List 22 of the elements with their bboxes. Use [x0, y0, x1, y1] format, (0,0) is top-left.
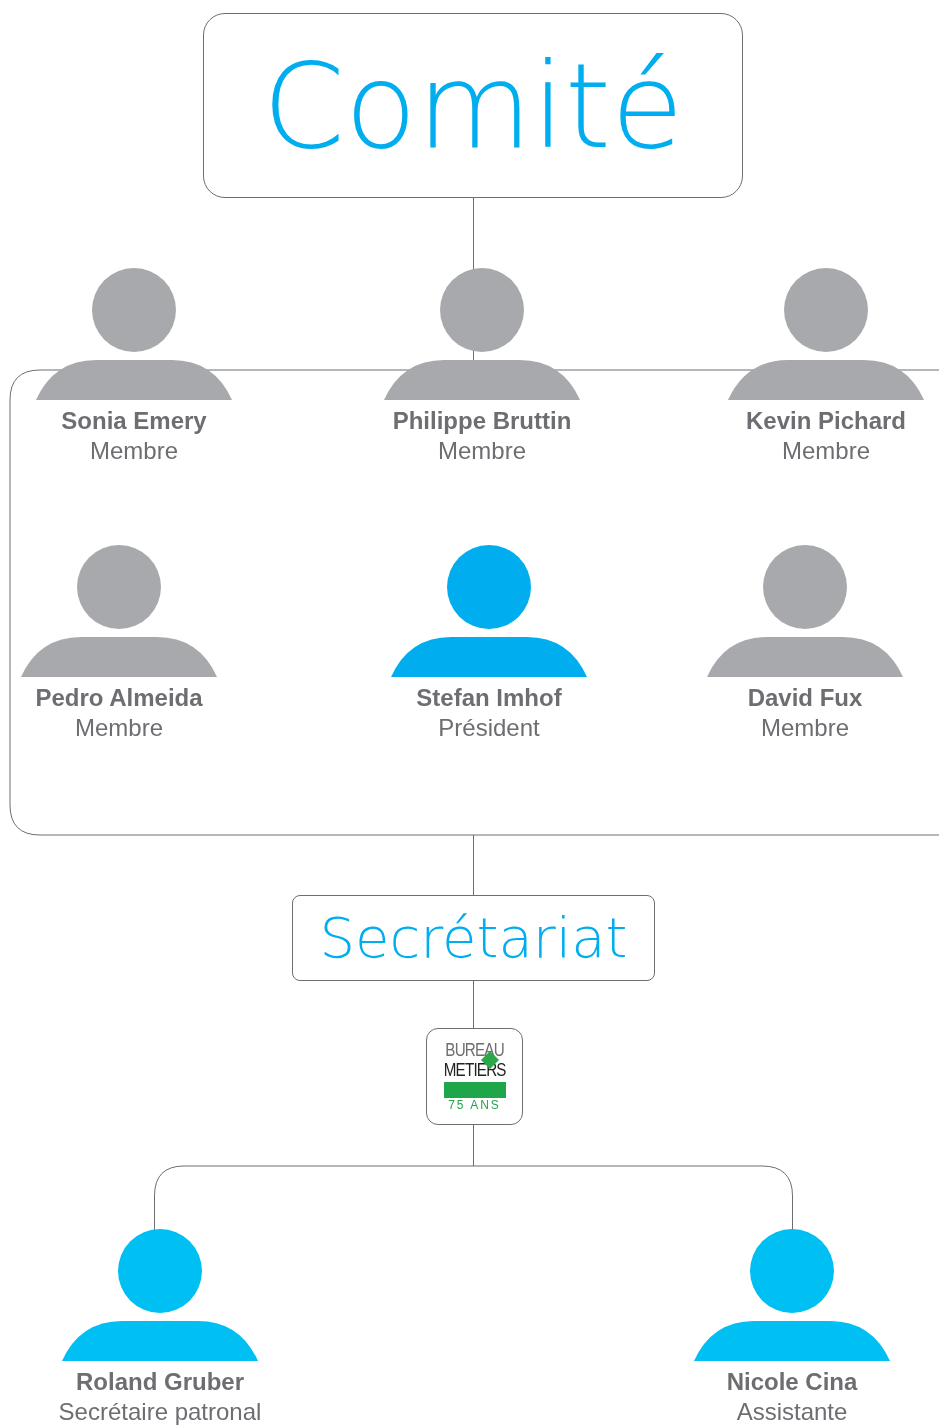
logo-text: 75 ANS: [448, 1098, 501, 1112]
logo-bar: [443, 1082, 506, 1098]
person-name: Pedro Almeida: [35, 683, 203, 713]
logo-text: BUREAU: [445, 1040, 504, 1060]
person-name: David Fux: [747, 683, 863, 713]
person-name: Nicole Cina: [726, 1367, 858, 1397]
person-role: Membre: [75, 713, 163, 743]
person-name: Philippe Bruttin: [392, 406, 572, 436]
person-role: Secrétaire patronal: [58, 1397, 262, 1427]
person-role: Membre: [90, 436, 178, 466]
person-role: Membre: [438, 436, 526, 466]
person-name: Sonia Emery: [61, 406, 207, 436]
person-name: Kevin Pichard: [745, 406, 907, 436]
person-role: Assistante: [736, 1397, 848, 1427]
person-role: Président: [438, 713, 540, 743]
logo-text: METIERS: [443, 1060, 506, 1080]
section-title: Secrétariat: [319, 910, 628, 966]
person-name: Stefan Imhof: [416, 683, 562, 713]
title: Comité: [262, 46, 684, 165]
person-role: Membre: [761, 713, 849, 743]
person-name: Roland Gruber: [76, 1367, 244, 1397]
person-role: Membre: [782, 436, 870, 466]
